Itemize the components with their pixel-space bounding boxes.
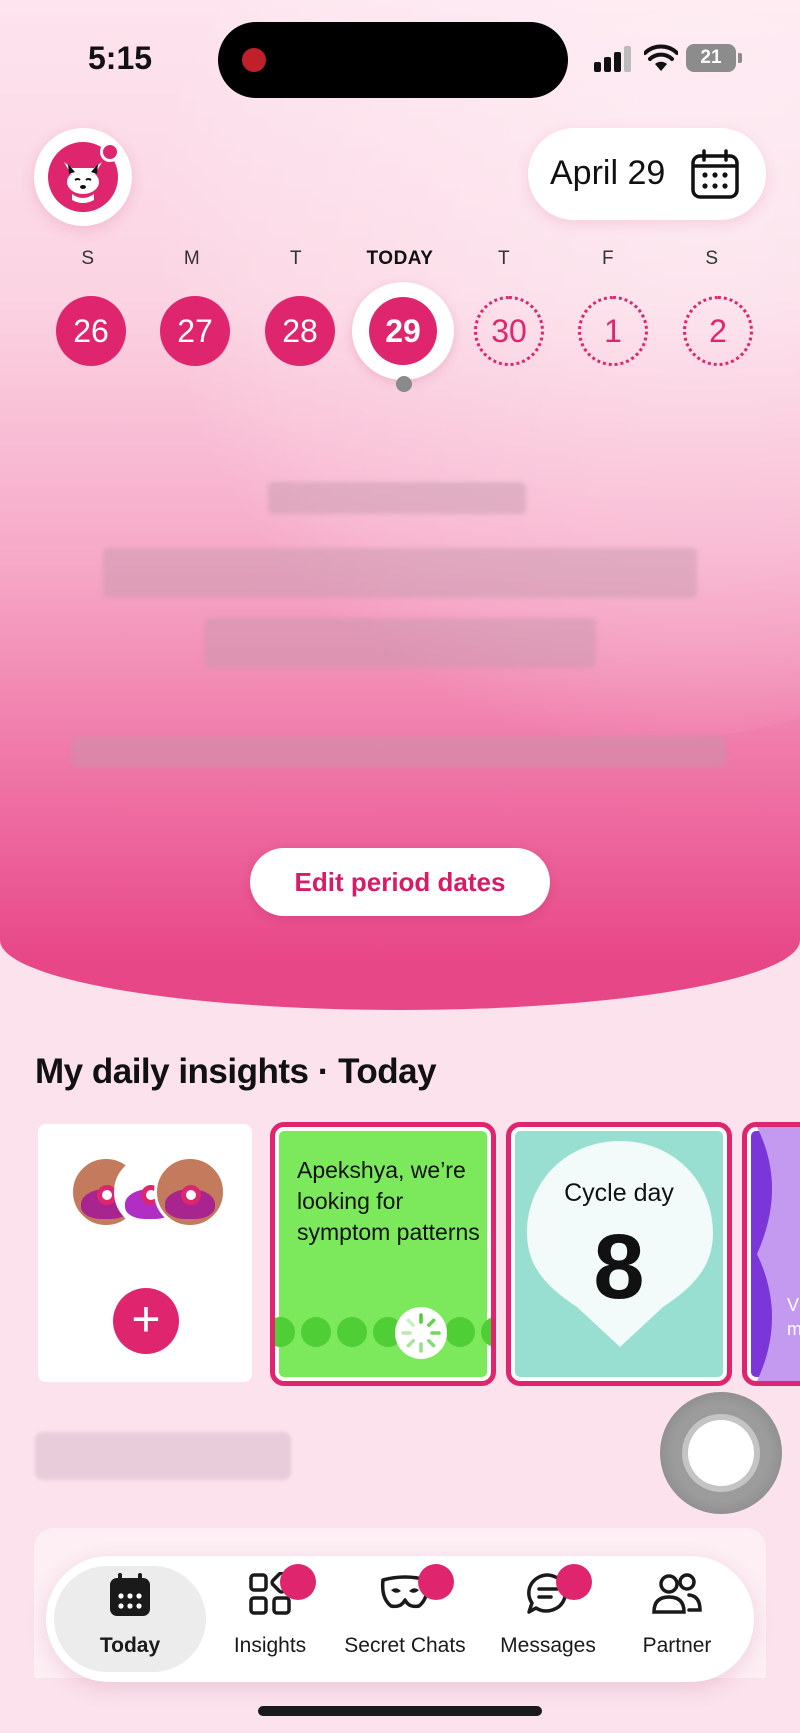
day-period[interactable]: 27 — [160, 296, 230, 366]
tab-insights[interactable]: Insights — [204, 1564, 336, 1672]
tab-label: Messages — [500, 1634, 596, 1657]
notification-badge — [280, 1564, 316, 1600]
blurred-text-line — [268, 482, 526, 514]
cycle-day-card[interactable]: Cycle day 8 — [506, 1122, 732, 1386]
progress-dots — [275, 1317, 491, 1347]
notification-badge — [556, 1564, 592, 1600]
notification-badge — [418, 1564, 454, 1600]
notification-dot — [100, 142, 120, 162]
blurred-text-line — [103, 548, 697, 598]
signal-icon — [594, 46, 632, 72]
tab-label: Partner — [642, 1634, 712, 1657]
section-title: My daily insights · Today — [35, 1052, 437, 1091]
date-picker-button[interactable]: April 29 — [528, 128, 766, 220]
weekday-label: T — [497, 248, 511, 269]
home-indicator — [258, 1706, 542, 1716]
recording-indicator — [242, 48, 266, 72]
blurred-text-line — [72, 736, 726, 768]
day-today[interactable]: 29 — [369, 297, 437, 365]
calendar-icon — [691, 149, 739, 199]
calendar-icon — [110, 1573, 150, 1616]
current-date-label: April 29 — [550, 154, 666, 192]
wave-shape — [757, 1127, 800, 1381]
cycle-day-number: 8 — [593, 1216, 645, 1318]
day-period[interactable]: 26 — [56, 296, 126, 366]
tab-partner[interactable]: Partner — [614, 1572, 740, 1672]
body-icon — [154, 1156, 226, 1228]
weekday-label: F — [601, 248, 615, 269]
weekday-label-today: TODAY — [366, 248, 434, 269]
tab-label: Secret Chats — [344, 1634, 466, 1657]
card-text: Apekshya, we’re looking for symptom patt… — [297, 1157, 480, 1245]
day-predicted[interactable]: 2 — [683, 296, 753, 366]
cycle-day-label: Cycle day — [564, 1179, 674, 1207]
insight-card-partial[interactable]: V me — [742, 1122, 800, 1386]
tab-label: Insights — [233, 1634, 307, 1657]
tab-secret-chats[interactable]: Secret Chats — [320, 1564, 490, 1672]
tab-messages[interactable]: Messages — [484, 1564, 612, 1672]
blurred-text-line — [35, 1432, 291, 1480]
day-predicted[interactable]: 1 — [578, 296, 648, 366]
day-predicted[interactable]: 30 — [474, 296, 544, 366]
edit-period-dates-button[interactable]: Edit period dates — [250, 848, 550, 916]
wifi-icon — [644, 44, 678, 71]
loading-spinner-icon — [395, 1307, 447, 1359]
assistive-touch-button[interactable] — [660, 1392, 782, 1514]
tab-label: Today — [99, 1634, 161, 1657]
weekday-label: S — [705, 248, 719, 269]
tab-today[interactable]: Today — [54, 1572, 206, 1672]
battery-indicator: 21 — [686, 44, 742, 72]
add-log-button[interactable]: + — [113, 1288, 179, 1354]
symptom-patterns-card[interactable]: Apekshya, we’re looking for symptom patt… — [270, 1122, 496, 1386]
dynamic-island — [218, 22, 568, 98]
day-period[interactable]: 28 — [265, 296, 335, 366]
profile-avatar-button[interactable] — [34, 128, 132, 226]
weekday-label: M — [183, 248, 201, 269]
tab-bar: Today Insights Secret Chats Messages Par… — [46, 1556, 754, 1682]
blurred-text-line — [204, 618, 596, 668]
status-time: 5:15 — [88, 40, 153, 76]
weekday-label: S — [81, 248, 95, 269]
card-peek-text: V me — [787, 1295, 800, 1339]
weekday-label: T — [289, 248, 303, 269]
today-marker — [396, 376, 412, 392]
log-symptoms-card[interactable]: + — [38, 1124, 252, 1382]
people-icon — [652, 1573, 702, 1614]
